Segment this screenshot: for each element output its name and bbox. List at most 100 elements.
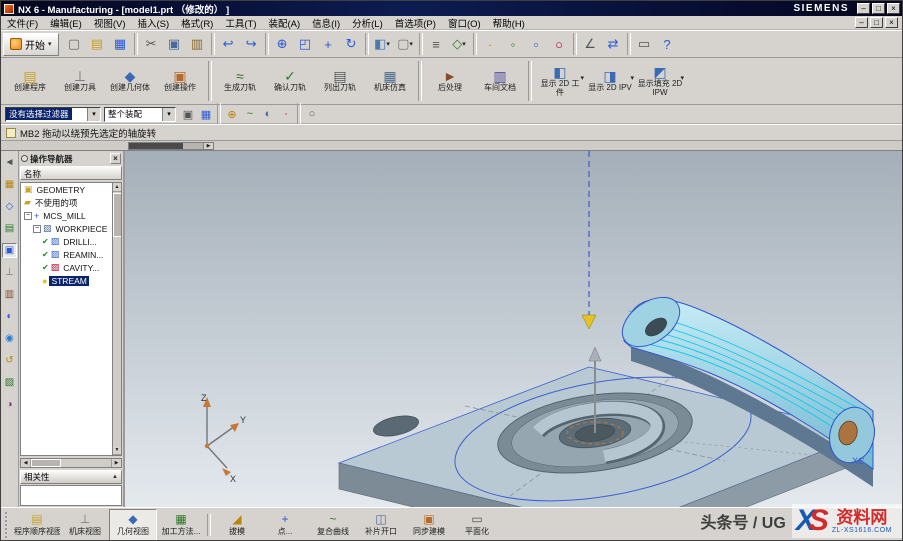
close-button[interactable]: × [887, 3, 900, 14]
list-toolpath-button[interactable]: ▤列出刀轨 [315, 59, 365, 103]
pan-view-button[interactable]: + [317, 33, 340, 56]
view-orientation-button[interactable]: ◇▾ [448, 33, 471, 56]
tree-item-workpiece[interactable]: −▧WORKPIECE [21, 222, 112, 235]
selection-filter-dropdown[interactable]: 没有选择过滤器 ▾ [5, 107, 101, 122]
collapse-resource-bar-tab[interactable]: ◄ [2, 155, 17, 170]
menu-item-1[interactable]: 编辑(E) [44, 16, 88, 30]
menu-item-4[interactable]: 格式(R) [175, 16, 219, 30]
web-browser-tab[interactable]: ◉ [2, 331, 17, 346]
machining-method-view-button[interactable]: ▦加工方法... [157, 509, 205, 541]
paste-button[interactable]: ▥ [186, 33, 209, 56]
menu-item-6[interactable]: 装配(A) [263, 16, 307, 30]
menu-item-3[interactable]: 插入(S) [131, 16, 175, 30]
curve-rule-button[interactable]: ~ [241, 106, 259, 122]
tree-item-geometry[interactable]: ▣GEOMETRY [21, 183, 112, 196]
generate-toolpath-button[interactable]: ≈生成刀轨 [215, 59, 265, 103]
point-button[interactable]: +点... [261, 509, 309, 541]
tree-expander-icon[interactable]: − [24, 212, 32, 220]
create-geometry-button[interactable]: ◆创建几何体 [105, 59, 155, 103]
postprocess-button[interactable]: ►后处理 [425, 59, 475, 103]
all-objects-filter-button[interactable]: ▦ [197, 106, 215, 122]
roles-tab[interactable]: ◑ [2, 397, 17, 412]
minimize-button[interactable]: – [857, 3, 870, 14]
name-column-header[interactable]: 名称 [20, 166, 122, 180]
scrollbar-handle[interactable] [31, 459, 61, 467]
menu-item-0[interactable]: 文件(F) [1, 16, 44, 30]
fit-view-button[interactable]: ⊕ [271, 33, 294, 56]
scrollbar-handle[interactable] [113, 193, 121, 237]
shop-documentation-button[interactable]: ▥车间文档 [475, 59, 525, 103]
end-point-snap-button[interactable]: ◦ [502, 33, 525, 56]
open-file-button[interactable]: ▤ [86, 33, 109, 56]
toolbar-drag-handle[interactable] [5, 512, 9, 538]
operation-navigator-tab[interactable]: ▣ [2, 243, 17, 258]
selection-scope-dropdown[interactable]: 整个装配 ▾ [104, 107, 176, 122]
move-component-button[interactable]: ⇄ [602, 33, 625, 56]
arc-center-snap-button[interactable]: ○ [548, 33, 571, 56]
menu-item-11[interactable]: 帮助(H) [487, 16, 531, 30]
assembly-navigator-tab[interactable]: ▦ [2, 177, 17, 192]
scroll-down-icon[interactable]: ▼ [113, 446, 121, 455]
tree-item-drill[interactable]: ✔▨DRILLI... [21, 235, 112, 248]
snap-point-button[interactable]: ∙ [479, 33, 502, 56]
geometry-view-button[interactable]: ◆几何视图 [109, 509, 157, 541]
tree-item-unused[interactable]: ▰不使用的项 [21, 196, 112, 209]
help-button[interactable]: ? [656, 33, 679, 56]
shaded-view-button[interactable]: ◧▾ [371, 33, 394, 56]
doc-minimize-button[interactable]: – [855, 17, 868, 28]
make-planar-button[interactable]: ▭平面化 [453, 509, 501, 541]
menu-item-10[interactable]: 窗口(O) [442, 16, 487, 30]
scroll-right-icon[interactable]: ▶ [111, 459, 121, 467]
measure-button[interactable]: ∠ [579, 33, 602, 56]
scrollbar-handle[interactable] [129, 143, 183, 149]
draft-button[interactable]: ◢拔模 [213, 509, 261, 541]
vertex-rule-button[interactable]: ∙ [277, 106, 295, 122]
save-button[interactable]: ▦ [109, 33, 132, 56]
synchronous-modeling-button[interactable]: ▣同步建模 [405, 509, 453, 541]
start-menu-button[interactable]: 开始 ▾ [3, 33, 59, 56]
vertical-scrollbar[interactable]: ▲ ▼ [112, 183, 121, 455]
patch-opening-button[interactable]: ◫补片开口 [357, 509, 405, 541]
layer-settings-button[interactable]: ≡ [425, 33, 448, 56]
face-rule-button[interactable]: ◐ [259, 106, 277, 122]
chevron-down-icon[interactable]: ▾ [162, 108, 175, 121]
tree-item-ream[interactable]: ✔▨REAMIN... [21, 248, 112, 261]
system-materials-tab[interactable]: ▨ [2, 375, 17, 390]
simulate-machine-button[interactable]: ▦机床仿真 [365, 59, 415, 103]
verify-toolpath-button[interactable]: ✓确认刀轨 [265, 59, 315, 103]
create-operation-button[interactable]: ▣创建操作 [155, 59, 205, 103]
program-order-view-button[interactable]: ▤程序顺序视图 [13, 509, 61, 541]
display-mode-button[interactable]: ▢▾ [394, 33, 417, 56]
tree-expander-icon[interactable]: − [33, 225, 41, 233]
navigator-horizontal-scrollbar[interactable]: ◀ ▶ [20, 458, 122, 468]
part-navigator-tab[interactable]: ▤ [2, 221, 17, 236]
doc-restore-button[interactable]: □ [870, 17, 883, 28]
dependencies-header[interactable]: 相关性 ▲ [20, 470, 122, 484]
menu-item-2[interactable]: 视图(V) [88, 16, 132, 30]
show-2d-workpiece-button[interactable]: ◧显示 2D 工件▾ [535, 59, 585, 103]
doc-close-button[interactable]: × [885, 17, 898, 28]
highlight-toggle-button[interactable]: ○ [303, 106, 321, 122]
chevron-down-icon[interactable]: ▾ [87, 108, 100, 121]
zoom-window-button[interactable]: ◰ [294, 33, 317, 56]
undo-button[interactable]: ↩ [217, 33, 240, 56]
collapse-icon[interactable]: ▲ [112, 474, 118, 480]
general-selection-filter-button[interactable]: ▣ [179, 106, 197, 122]
create-tool-button[interactable]: ⊥创建刀具 [55, 59, 105, 103]
tree-item-mcs-mill[interactable]: −+MCS_MILL [21, 209, 112, 222]
show-filled-2d-ipw-button[interactable]: ◩显示填充 2D IPW▾ [635, 59, 685, 103]
hd3d-tools-tab[interactable]: ◐ [2, 309, 17, 324]
composite-curve-button[interactable]: ~复合曲线 [309, 509, 357, 541]
menu-item-5[interactable]: 工具(T) [219, 16, 262, 30]
machine-tool-view-button[interactable]: ⊥机床视图 [61, 509, 109, 541]
graphics-viewport[interactable]: Z Y X XC [125, 151, 903, 507]
reuse-library-tab[interactable]: ▥ [2, 287, 17, 302]
rotate-view-button[interactable]: ↻ [340, 33, 363, 56]
full-screen-button[interactable]: ▭ [633, 33, 656, 56]
menu-item-8[interactable]: 分析(L) [346, 16, 389, 30]
scroll-left-icon[interactable]: ◀ [21, 459, 31, 467]
redo-button[interactable]: ↪ [240, 33, 263, 56]
cut-button[interactable]: ✂ [140, 33, 163, 56]
close-icon[interactable]: × [110, 153, 121, 164]
history-palette-tab[interactable]: ↺ [2, 353, 17, 368]
